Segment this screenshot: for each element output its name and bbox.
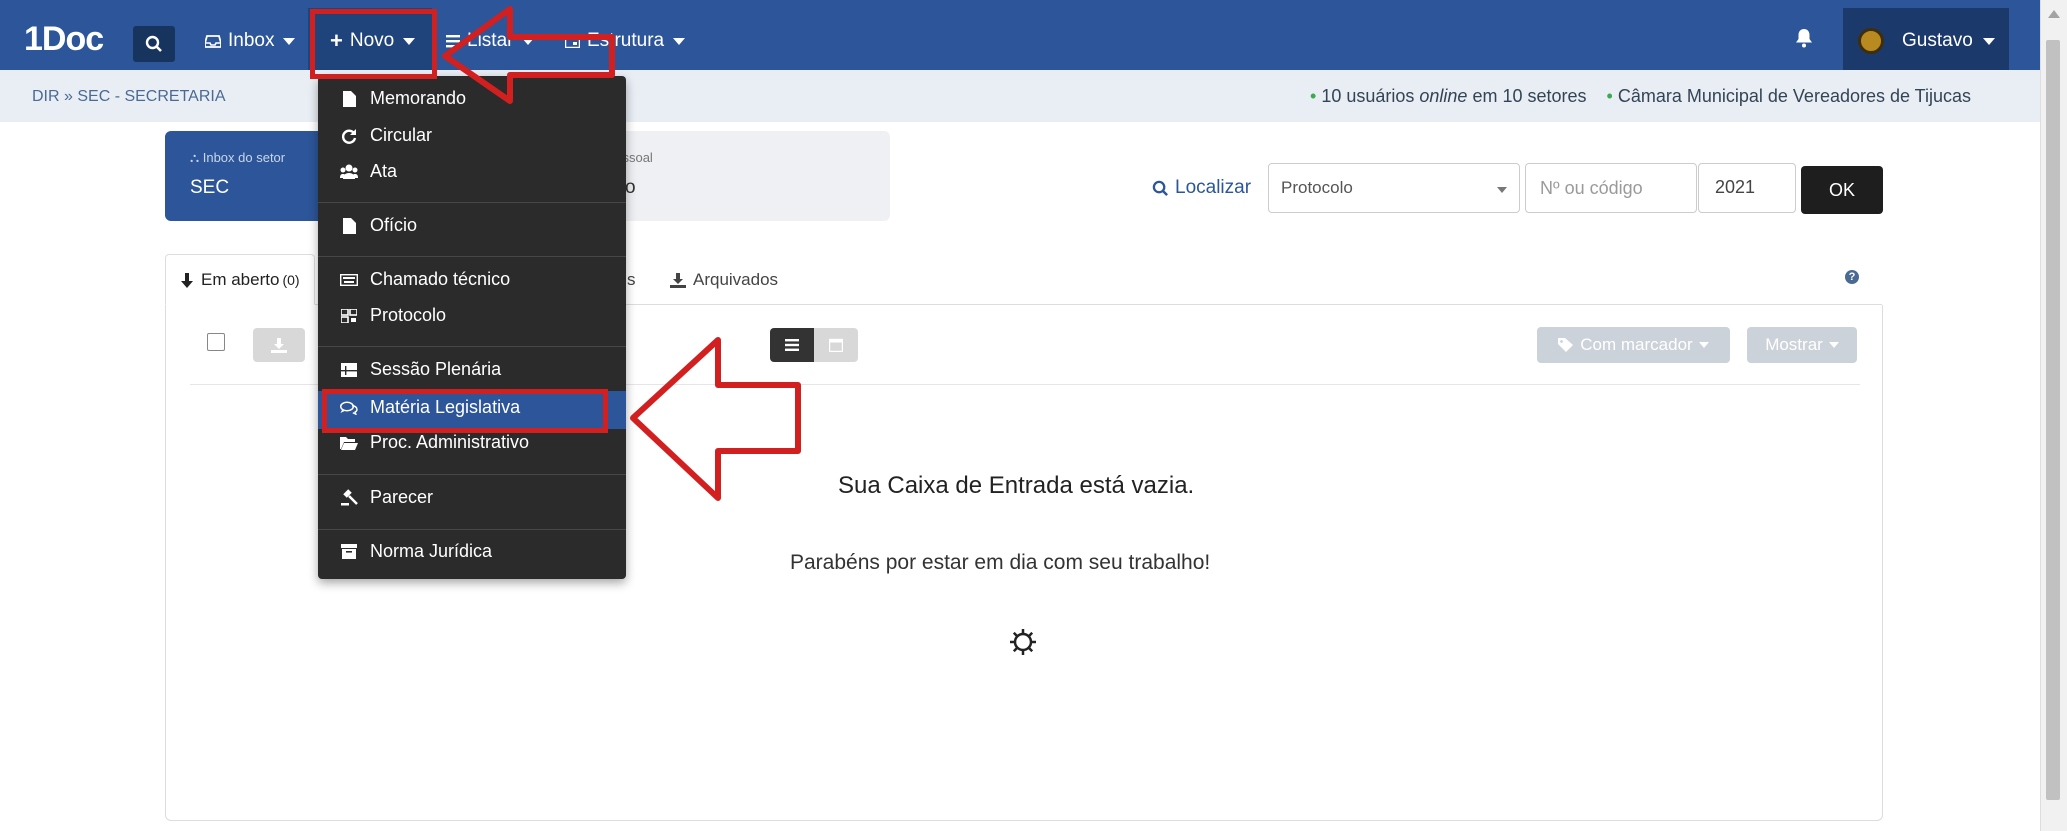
menu-item-chamado-tecnico[interactable]: Chamado técnico xyxy=(340,269,510,290)
select-arrow-icon xyxy=(1497,187,1507,193)
tab-em-aberto-label: Em aberto xyxy=(201,270,280,289)
organization-dot-icon: • xyxy=(1606,86,1613,106)
ok-button[interactable]: OK xyxy=(1801,166,1883,214)
folder-open-icon xyxy=(340,436,358,450)
annotation-arrow-left-icon xyxy=(630,337,801,501)
sitemap-icon: ⛬ xyxy=(190,150,200,165)
download-icon xyxy=(670,272,686,288)
personal-inbox-value: o xyxy=(625,177,636,198)
app-logo[interactable]: 1Doc xyxy=(24,20,104,59)
online-users-prefix: 10 usuários xyxy=(1321,86,1420,106)
annotation-box-materia-legislativa xyxy=(322,389,608,433)
menu-divider xyxy=(318,474,626,475)
users-icon xyxy=(340,164,358,179)
arrow-down-icon xyxy=(181,272,193,288)
user-menu[interactable]: Gustavo xyxy=(1902,30,1995,52)
inbox-icon xyxy=(205,34,221,48)
chevron-down-icon xyxy=(1698,342,1709,348)
document-type-select[interactable]: Protocolo xyxy=(1268,163,1520,213)
menu-item-norma-juridica[interactable]: Norma Jurídica xyxy=(340,541,492,562)
online-dot-icon: • xyxy=(1310,86,1317,106)
menu-item-parecer[interactable]: Parecer xyxy=(340,487,433,508)
menu-item-sessao-plenaria[interactable]: Sessão Plenária xyxy=(340,359,501,380)
nav-inbox-label: Inbox xyxy=(228,30,275,51)
code-input[interactable] xyxy=(1525,163,1697,213)
tab-arquivados[interactable]: Arquivados xyxy=(670,270,778,290)
sector-inbox-label: ⛬ Inbox do setor xyxy=(190,150,286,165)
empty-state-title: Sua Caixa de Entrada está vazia. xyxy=(838,472,1195,499)
global-search-button[interactable] xyxy=(133,26,175,62)
top-navbar xyxy=(0,0,2040,70)
search-icon xyxy=(1152,180,1168,196)
gavel-icon xyxy=(340,489,358,506)
breadcrumb[interactable]: DIR » SEC - SECRETARIA xyxy=(32,88,226,106)
online-users-suffix: em 10 setores xyxy=(1467,86,1587,106)
menu-divider xyxy=(318,256,626,257)
show-filter-button[interactable]: Mostrar xyxy=(1747,327,1857,363)
tag-icon xyxy=(1558,338,1574,352)
calendar-view-button[interactable] xyxy=(814,328,858,362)
scroll-up-arrow-icon[interactable] xyxy=(2048,10,2060,18)
download-button[interactable] xyxy=(253,328,305,362)
avatar[interactable] xyxy=(1858,28,1884,54)
menu-divider xyxy=(318,529,626,530)
chevron-down-icon xyxy=(1982,37,1995,45)
menu-divider xyxy=(318,346,626,347)
chevron-down-icon xyxy=(673,37,686,45)
menu-item-circular[interactable]: Circular xyxy=(340,125,432,146)
tab-arquivados-label: Arquivados xyxy=(693,270,779,289)
tab-partial[interactable]: s xyxy=(627,270,636,290)
chevron-down-icon xyxy=(1828,342,1839,348)
menu-divider xyxy=(318,202,626,203)
year-input[interactable]: 2021 xyxy=(1698,163,1796,213)
online-word: online xyxy=(1419,86,1468,106)
localizar-label: Localizar xyxy=(1152,177,1251,199)
calendar-icon xyxy=(829,338,843,352)
chevron-down-icon xyxy=(283,37,296,45)
tab-em-aberto[interactable]: Em aberto (0) xyxy=(180,270,300,290)
file-icon xyxy=(340,217,358,234)
sun-icon xyxy=(1008,627,1038,662)
organization-name[interactable]: Câmara Municipal de Vereadores de Tijuca… xyxy=(1618,86,1971,106)
menu-item-oficio[interactable]: Ofício xyxy=(340,215,417,236)
menu-item-proc-administrativo[interactable]: Proc. Administrativo xyxy=(340,432,529,453)
notifications-button[interactable] xyxy=(1795,28,1813,53)
bell-icon xyxy=(1796,29,1812,48)
tag-filter-label: Com marcador xyxy=(1580,335,1693,354)
user-name-label: Gustavo xyxy=(1902,30,1973,51)
list-icon xyxy=(340,362,358,377)
annotation-arrow-left-icon xyxy=(442,6,615,104)
refresh-icon xyxy=(340,128,358,144)
tag-filter-button[interactable]: Com marcador xyxy=(1537,327,1730,363)
annotation-box-novo xyxy=(310,9,437,79)
select-all-checkbox[interactable] xyxy=(207,333,225,351)
download-icon xyxy=(271,337,287,353)
show-filter-label: Mostrar xyxy=(1765,335,1823,354)
online-status: • 10 usuários online em 10 setores • Câm… xyxy=(1310,86,1971,107)
file-icon xyxy=(340,90,358,107)
barcode-icon xyxy=(340,308,358,323)
search-icon xyxy=(145,35,162,52)
tab-em-aberto-count: (0) xyxy=(282,272,300,288)
sector-inbox-value: SEC xyxy=(190,177,230,198)
menu-item-ata[interactable]: Ata xyxy=(340,161,397,182)
keyboard-icon xyxy=(340,273,358,286)
empty-state-subtitle: Parabéns por estar em dia com seu trabal… xyxy=(790,551,1211,574)
archive-icon xyxy=(340,544,358,559)
scrollbar-thumb[interactable] xyxy=(2046,40,2060,800)
menu-item-protocolo[interactable]: Protocolo xyxy=(340,305,446,326)
help-icon[interactable]: ? xyxy=(1845,270,1859,284)
nav-inbox[interactable]: Inbox xyxy=(205,30,296,52)
